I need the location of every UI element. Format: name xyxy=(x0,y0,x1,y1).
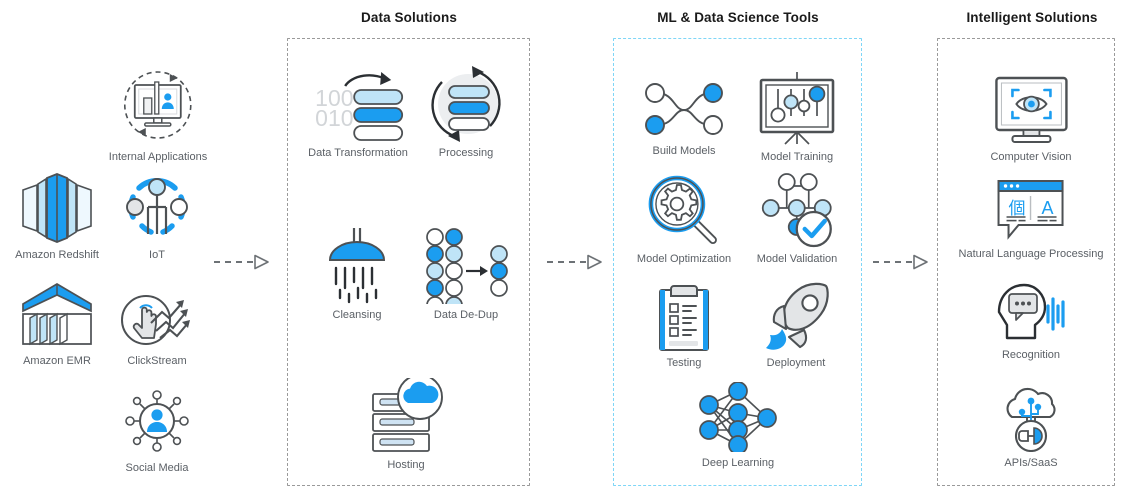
node-natural-language-processing[interactable]: 個 A Natural Language Processing xyxy=(958,175,1104,261)
node-iot[interactable]: IoT xyxy=(120,172,194,262)
node-label: Internal Applications xyxy=(108,151,208,163)
node-label: Data De-Dup xyxy=(433,309,499,321)
head-speech-waves-icon xyxy=(995,282,1067,344)
rocket-launch-icon xyxy=(762,282,830,352)
node-label: Deployment xyxy=(766,357,826,369)
panel-title-data-solutions: Data Solutions xyxy=(361,10,457,25)
node-label: Cleansing xyxy=(332,309,382,321)
cloud-plug-icon xyxy=(1000,386,1062,453)
node-social-media[interactable]: Social Media xyxy=(120,385,194,475)
node-internal-applications[interactable]: Internal Applications xyxy=(109,68,207,164)
svg-text:A: A xyxy=(1042,198,1054,218)
node-label: Recognition xyxy=(1001,349,1061,361)
binary-stack-transform-icon: 100 010 xyxy=(308,64,408,142)
node-label: Amazon EMR xyxy=(23,355,91,367)
shower-cleansing-icon xyxy=(320,228,394,304)
node-cleansing[interactable]: Cleansing xyxy=(320,228,394,322)
node-amazon-emr[interactable]: Amazon EMR xyxy=(18,278,96,368)
panel-title-ml-data-science-tools: ML & Data Science Tools xyxy=(657,10,819,25)
node-label: Model Training xyxy=(760,151,834,163)
node-computer-vision[interactable]: Computer Vision xyxy=(990,74,1072,164)
monitor-eye-scan-icon xyxy=(990,74,1071,146)
flow-arrow-sources-to-data-solutions xyxy=(214,254,270,270)
flow-arrow-data-solutions-to-ml xyxy=(547,254,603,270)
monitor-dashboard-icon xyxy=(109,68,207,146)
click-cursor-chart-icon xyxy=(118,278,196,350)
node-data-transformation[interactable]: 100 010 Data Transformation xyxy=(308,64,408,160)
node-label: Natural Language Processing xyxy=(958,248,1104,260)
node-data-de-dup[interactable]: Data De-Dup xyxy=(424,228,508,322)
node-label: Hosting xyxy=(387,459,425,471)
node-label: IoT xyxy=(149,249,165,261)
node-label: Model Optimization xyxy=(636,253,732,265)
node-deployment[interactable]: Deployment xyxy=(762,282,830,370)
node-label: ClickStream xyxy=(127,355,187,367)
diagram-canvas: Data Solutions ML & Data Science Tools I… xyxy=(0,0,1140,500)
node-recognition[interactable]: Recognition xyxy=(995,282,1067,362)
circular-arrows-stack-icon xyxy=(424,64,508,142)
node-label: Social Media xyxy=(125,462,189,474)
node-model-optimization[interactable]: Model Optimization xyxy=(637,172,731,266)
node-label: Data Transformation xyxy=(308,147,408,159)
node-label: Computer Vision xyxy=(990,151,1072,163)
node-testing[interactable]: Testing xyxy=(656,282,712,370)
node-apis-saas[interactable]: APIs/SaaS xyxy=(1000,386,1062,470)
network-check-icon xyxy=(757,172,838,248)
clipboard-checklist-icon xyxy=(656,282,712,352)
svg-text:010: 010 xyxy=(315,105,353,131)
social-network-user-icon xyxy=(120,385,194,457)
emr-cluster-icon xyxy=(18,278,96,350)
node-model-validation[interactable]: Model Validation xyxy=(756,172,838,266)
magnifier-gear-icon xyxy=(637,172,731,248)
node-label: Model Validation xyxy=(756,253,838,265)
translate-bubble-icon: 個 A xyxy=(959,175,1104,243)
node-label: Processing xyxy=(438,147,494,159)
dedup-dots-icon xyxy=(424,228,508,314)
flow-arrow-ml-to-intelligent-solutions xyxy=(873,254,929,270)
node-label: Deep Learning xyxy=(701,457,775,469)
node-graph-icon xyxy=(644,80,724,140)
node-label: Build Models xyxy=(652,145,716,157)
neural-network-icon xyxy=(696,381,780,455)
node-deep-learning[interactable]: Deep Learning xyxy=(696,381,780,470)
iot-network-icon xyxy=(120,172,194,244)
node-label: Testing xyxy=(666,357,702,369)
node-label: Amazon Redshift xyxy=(15,249,99,261)
redshift-cluster-icon xyxy=(15,172,99,244)
server-cloud-icon xyxy=(368,374,444,454)
node-label: APIs/SaaS xyxy=(1004,457,1058,469)
node-amazon-redshift[interactable]: Amazon Redshift xyxy=(15,172,99,262)
node-clickstream[interactable]: ClickStream xyxy=(118,278,196,368)
node-hosting[interactable]: Hosting xyxy=(368,374,444,472)
panel-title-intelligent-solutions: Intelligent Solutions xyxy=(966,10,1098,25)
node-build-models[interactable]: Build Models xyxy=(644,80,724,158)
node-processing[interactable]: Processing xyxy=(424,64,508,160)
node-model-training[interactable]: Model Training xyxy=(757,72,837,164)
whiteboard-sliders-icon xyxy=(757,72,837,146)
svg-text:個: 個 xyxy=(1009,199,1026,219)
